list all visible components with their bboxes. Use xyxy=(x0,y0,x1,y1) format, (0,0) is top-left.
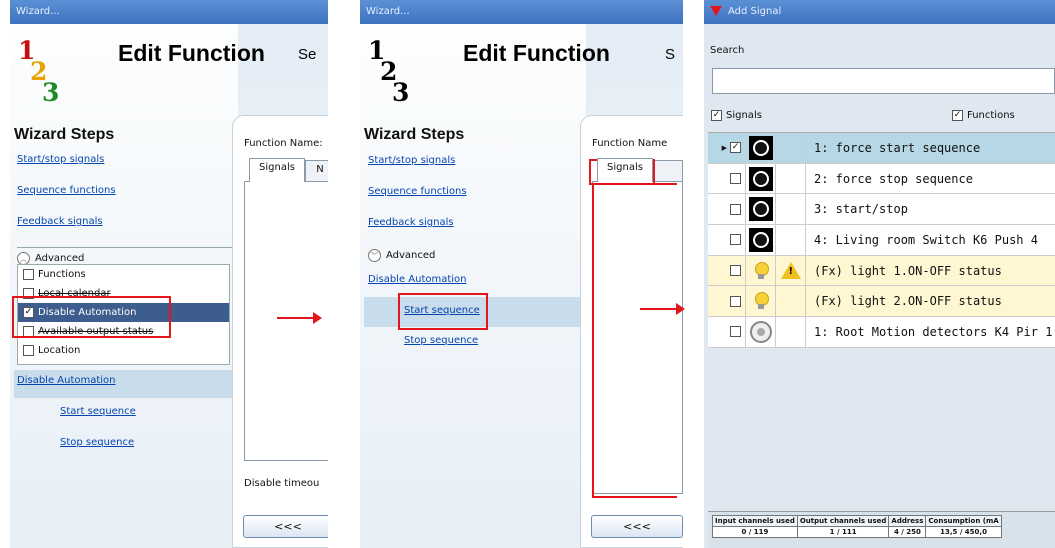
bulb-icon xyxy=(754,292,769,310)
checkbox-icon[interactable] xyxy=(730,173,741,185)
highlight-bracket xyxy=(592,183,594,498)
highlight-box-checklist xyxy=(12,296,171,338)
arrow-right-icon xyxy=(640,303,685,315)
filter-icon xyxy=(710,6,722,16)
checkbox-icon[interactable] xyxy=(730,265,741,277)
black-signal-icon xyxy=(748,227,773,252)
functions-filter-checkbox[interactable]: ✓ Functions xyxy=(947,106,1015,125)
checkbox-icon[interactable] xyxy=(730,295,741,307)
link-feedback-signals[interactable]: Feedback signals xyxy=(17,216,103,227)
tab-next[interactable]: N xyxy=(305,160,328,182)
checkbox-checked-icon[interactable]: ✓ xyxy=(711,110,722,121)
list-item[interactable]: 2: force stop sequence xyxy=(708,163,1055,195)
checkbox-icon[interactable] xyxy=(730,203,741,215)
checklist-item-functions[interactable]: Functions xyxy=(18,265,229,284)
header-consumption: Consumption (mA xyxy=(925,515,1002,527)
wizard-steps-heading: Wizard Steps xyxy=(14,126,115,143)
header-input-channels: Input channels used xyxy=(712,515,798,527)
warning-icon: ! xyxy=(780,262,801,280)
search-label: Search xyxy=(710,45,745,56)
value-input-channels: 0 / 119 xyxy=(712,526,798,538)
checkbox-icon[interactable] xyxy=(23,269,34,280)
link-stop-sequence[interactable]: Stop sequence xyxy=(60,437,134,448)
row-pointer-icon: ▶ xyxy=(721,143,727,152)
function-name-label: Function Name xyxy=(592,138,668,149)
disable-timeout-label: Disable timeou xyxy=(244,478,320,489)
link-stop-sequence[interactable]: Stop sequence xyxy=(404,335,478,346)
signal-list: ▶ ✓ 1: force start sequence 2: force stop… xyxy=(708,132,1055,348)
window-title: Wizard... xyxy=(10,0,328,24)
back-button[interactable]: <<< xyxy=(243,515,328,538)
black-signal-icon xyxy=(748,197,773,222)
link-start-sequence[interactable]: Start sequence xyxy=(60,406,136,417)
link-feedback-signals[interactable]: Feedback signals xyxy=(368,217,454,228)
header-address: Address xyxy=(888,515,927,527)
motion-detector-icon xyxy=(749,320,772,343)
window-titlebar: Add Signal xyxy=(704,0,1055,24)
black-signal-icon xyxy=(748,135,773,160)
function-name-label: Function Name: xyxy=(244,138,323,149)
window-title: Wizard... xyxy=(360,0,683,24)
highlight-box-start-sequence xyxy=(398,293,488,330)
back-button[interactable]: <<< xyxy=(591,515,683,538)
wizard-steps-heading: Wizard Steps xyxy=(364,126,465,143)
link-sequence-functions[interactable]: Sequence functions xyxy=(368,186,467,197)
chevron-down-icon: ﹀ xyxy=(368,249,381,262)
black-signal-icon xyxy=(748,166,773,191)
tab-signals[interactable]: Signals xyxy=(249,158,305,182)
list-item[interactable]: ! (Fx) light 1.ON-OFF status xyxy=(708,255,1055,287)
advanced-toggle[interactable]: ﹀ Advanced xyxy=(368,249,435,262)
arrow-right-icon xyxy=(277,312,322,324)
tab-signals[interactable]: Signals xyxy=(597,158,653,182)
signals-tab-content xyxy=(592,181,683,494)
checkbox-icon[interactable] xyxy=(730,326,741,338)
link-disable-automation[interactable]: Disable Automation xyxy=(17,375,116,386)
checkbox-icon[interactable] xyxy=(730,234,741,246)
list-item[interactable]: (Fx) light 2.ON-OFF status xyxy=(708,286,1055,318)
page-title: Edit Function xyxy=(118,40,265,66)
list-item[interactable]: 1: Root Motion detectors K4 Pir 1 xyxy=(708,317,1055,348)
value-address: 4 / 250 xyxy=(888,526,927,538)
page-title: Edit Function xyxy=(463,40,610,66)
bulb-icon xyxy=(754,261,769,280)
list-item[interactable]: 3: start/stop xyxy=(708,194,1055,226)
link-start-stop-signals[interactable]: Start/stop signals xyxy=(17,154,104,165)
value-output-channels: 1 / 111 xyxy=(796,526,890,538)
link-sequence-functions[interactable]: Sequence functions xyxy=(17,185,116,196)
list-item[interactable]: 4: Living room Switch K6 Push 4 xyxy=(708,225,1055,256)
checkbox-icon[interactable] xyxy=(23,345,34,356)
wizard-window-2: Wizard... 1 2 3 Edit Function S Wizard S… xyxy=(360,0,683,548)
link-start-stop-signals[interactable]: Start/stop signals xyxy=(368,155,455,166)
link-disable-automation[interactable]: Disable Automation xyxy=(368,274,467,285)
channel-usage-table: Input channels used Output channels used… xyxy=(712,515,1002,538)
advanced-toggle[interactable]: ︿ Advanced xyxy=(17,247,235,265)
checkbox-checked-icon[interactable]: ✓ xyxy=(952,110,963,121)
list-item[interactable]: ▶ ✓ 1: force start sequence xyxy=(708,133,1055,164)
value-consumption: 13,5 / 450,0 xyxy=(925,526,1002,538)
checklist-item-location[interactable]: Location xyxy=(18,341,229,360)
header-output-channels: Output channels used xyxy=(796,515,890,527)
search-input[interactable] xyxy=(712,68,1055,94)
checkbox-checked-icon[interactable]: ✓ xyxy=(730,142,741,154)
wizard-window-1: Wizard... 1 2 3 Edit Function Se Wizard … xyxy=(10,0,328,548)
signals-filter-checkbox[interactable]: ✓ Signals xyxy=(706,106,762,125)
